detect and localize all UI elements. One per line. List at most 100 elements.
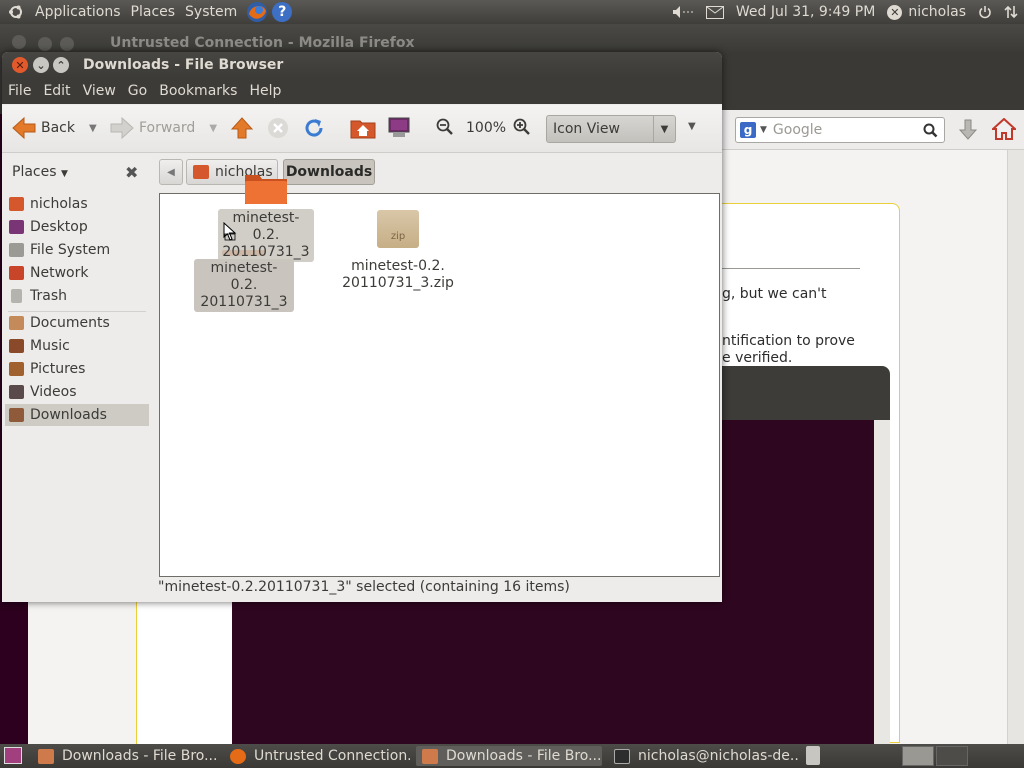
up-arrow-icon[interactable] [231, 117, 253, 139]
zoom-in-icon[interactable] [513, 118, 531, 136]
firefox-launcher-icon[interactable] [246, 1, 268, 23]
taskbar-item-file-browser-2[interactable]: Downloads - File Bro... [416, 746, 602, 766]
menu-view[interactable]: View [77, 83, 122, 99]
file-browser-titlebar: ✕ ⌄ ⌃ Downloads - File Browser [2, 52, 722, 78]
sidebar-item-music[interactable]: Music [5, 335, 149, 357]
firefox-scrollbar[interactable] [1007, 150, 1024, 744]
sidebar-item-label: Pictures [30, 361, 86, 377]
system-menu[interactable]: System [180, 4, 242, 20]
back-button[interactable]: Back ▼ [12, 117, 97, 139]
home-button-icon[interactable] [992, 118, 1016, 140]
menu-bookmarks[interactable]: Bookmarks [153, 83, 243, 99]
sidebar-item-trash[interactable]: Trash [5, 285, 149, 307]
firefox-page-left-panel [136, 600, 232, 744]
minimize-button[interactable]: ⌄ [33, 57, 49, 73]
network-icon [9, 266, 24, 280]
places-menu[interactable]: Places [126, 4, 181, 20]
forward-history-dropdown-icon[interactable]: ▼ [209, 123, 217, 134]
view-mode-dropdown-icon[interactable]: ▼ [653, 116, 675, 142]
help-launcher-icon[interactable]: ? [272, 2, 293, 22]
menu-edit[interactable]: Edit [37, 83, 76, 99]
stop-icon[interactable] [267, 117, 289, 139]
terminal-window-titlebar [722, 366, 890, 420]
firefox-search-box[interactable]: g ▼ Google [735, 117, 945, 143]
toolbar-overflow-icon[interactable]: ▼ [688, 121, 696, 132]
bottom-panel: Downloads - File Bro... Untrusted Connec… [0, 744, 1024, 768]
trash-applet-icon[interactable] [806, 746, 820, 765]
menu-file[interactable]: File [2, 83, 37, 99]
sidebar-item-network[interactable]: Network [5, 262, 149, 284]
back-history-dropdown-icon[interactable]: ▼ [89, 123, 97, 134]
ubuntu-logo-icon[interactable] [8, 4, 24, 20]
firefox-maximize-button[interactable] [60, 37, 74, 51]
places-header[interactable]: Places ▼ [12, 164, 68, 180]
places-header-label: Places [12, 164, 57, 180]
home-folder-icon[interactable] [350, 117, 376, 139]
network-transfer-icon[interactable] [1004, 5, 1018, 19]
taskbar-item-file-browser-1[interactable]: Downloads - File Bro... [32, 746, 218, 766]
reload-icon[interactable] [303, 117, 325, 139]
applications-menu[interactable]: Applications [30, 4, 126, 20]
music-folder-icon [9, 339, 24, 353]
workspace-switcher[interactable] [902, 746, 934, 766]
downloads-arrow-icon[interactable] [958, 119, 978, 141]
file-name-line-1: minetest-0.2. [351, 258, 445, 274]
downloads-folder-icon [9, 408, 24, 422]
file-item-zip[interactable]: zip minetest-0.2. 20110731_3.zip [338, 210, 458, 292]
maximize-button[interactable]: ⌃ [53, 57, 69, 73]
firefox-close-button[interactable] [12, 35, 26, 49]
file-name-line-2: 20110731_3 [200, 294, 288, 310]
page-scrollbar[interactable] [874, 420, 890, 744]
taskbar-item-firefox[interactable]: Untrusted Connection... [224, 746, 410, 766]
close-button[interactable]: ✕ [12, 57, 28, 73]
menu-go[interactable]: Go [122, 83, 153, 99]
file-item-label: minetest-0.2. 20110731_3 [194, 259, 294, 312]
view-mode-select[interactable]: Icon View ▼ [546, 115, 676, 143]
sidebar-item-nicholas[interactable]: nicholas [5, 193, 149, 215]
file-name-line-2: 20110731_3.zip [342, 275, 454, 291]
file-name-line-1: minetest-0.2. [210, 260, 278, 293]
clock[interactable]: Wed Jul 31, 9:49 PM [736, 4, 875, 20]
sidebar-item-videos[interactable]: Videos [5, 381, 149, 403]
sidebar-close-icon[interactable]: ✖ [125, 163, 138, 182]
sidebar-item-downloads[interactable]: Downloads [5, 404, 149, 426]
sidebar-item-file-system[interactable]: File System [5, 239, 149, 261]
sidebar-item-pictures[interactable]: Pictures [5, 358, 149, 380]
sidebar-item-label: Music [30, 338, 70, 354]
firefox-window-title: Untrusted Connection - Mozilla Firefox [110, 35, 415, 51]
forward-arrow-icon [110, 117, 134, 139]
back-label: Back [41, 120, 75, 136]
sidebar-item-label: Documents [30, 315, 110, 331]
volume-icon[interactable] [672, 5, 694, 19]
show-desktop-icon[interactable] [4, 747, 22, 764]
sidebar-item-label: Videos [30, 384, 77, 400]
sidebar-item-label: Downloads [30, 407, 107, 423]
pictures-folder-icon [9, 362, 24, 376]
zoom-out-icon[interactable] [436, 118, 454, 136]
zoom-level[interactable]: 100% [466, 120, 506, 136]
sidebar-item-label: Desktop [30, 219, 88, 235]
sidebar-item-label: Network [30, 265, 89, 281]
task-label: Untrusted Connection... [254, 748, 410, 764]
mail-icon[interactable] [705, 5, 724, 19]
power-icon[interactable] [978, 5, 992, 19]
search-icon[interactable] [923, 123, 938, 138]
workspace-switcher-2[interactable] [936, 746, 968, 766]
google-search-engine-icon[interactable]: g [740, 122, 756, 138]
zip-archive-icon: zip [377, 210, 419, 248]
search-engine-dropdown-icon[interactable]: ▼ [760, 125, 767, 135]
menu-help[interactable]: Help [243, 83, 287, 99]
sidebar-item-label: nicholas [30, 196, 88, 212]
file-browser-icon [422, 748, 438, 764]
computer-icon[interactable] [387, 116, 411, 140]
places-dropdown-icon: ▼ [60, 169, 68, 179]
path-scroll-left-icon[interactable]: ◀ [159, 159, 183, 185]
forward-button[interactable]: Forward ▼ [110, 117, 217, 139]
taskbar-item-terminal[interactable]: nicholas@nicholas-de... [608, 746, 798, 766]
user-menu[interactable]: ✕ nicholas [887, 4, 966, 20]
firefox-minimize-button[interactable] [38, 37, 52, 51]
terminal-icon [614, 748, 630, 764]
sidebar-item-desktop[interactable]: Desktop [5, 216, 149, 238]
view-mode-value: Icon View [553, 121, 620, 137]
sidebar-item-documents[interactable]: Documents [5, 312, 149, 334]
